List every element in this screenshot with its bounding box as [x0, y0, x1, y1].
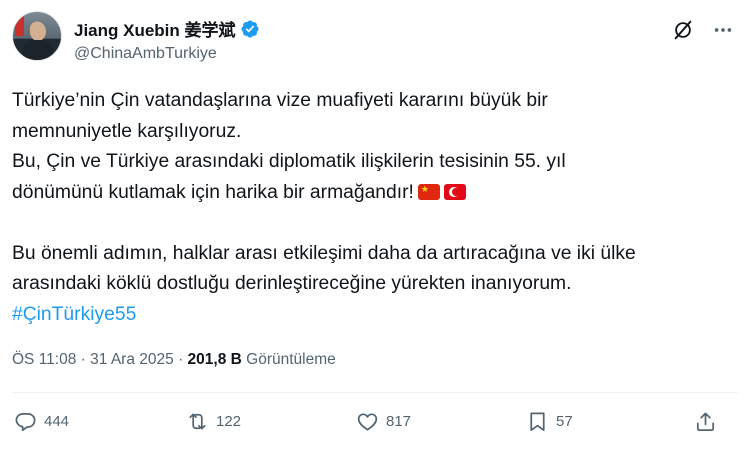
bookmark-button[interactable]: 57 — [526, 410, 573, 433]
like-count: 817 — [386, 413, 412, 430]
repost-icon — [189, 413, 206, 430]
more-options-icon[interactable] — [712, 19, 734, 41]
action-bar: 444 122 817 57 — [14, 410, 722, 440]
share-icon — [696, 412, 715, 431]
views-count: 201,8 B — [187, 351, 242, 368]
avatar[interactable] — [12, 11, 62, 61]
grok-icon[interactable] — [672, 19, 694, 41]
tweet-line: Bu, Çin ve Türkiye arasındaki diplomatik… — [12, 151, 566, 172]
divider — [12, 392, 738, 393]
paragraph-break — [12, 208, 732, 239]
avatar-face — [30, 22, 46, 41]
tweet-time[interactable]: ÖS 11:08 — [12, 351, 76, 368]
heart-icon — [357, 413, 378, 431]
share-button[interactable] — [694, 410, 717, 433]
tweet-line: arasındaki köklü dostluğu derinleştirece… — [12, 273, 572, 294]
tweet-line: Türkiye’nin Çin vatandaşlarına vize muaf… — [12, 90, 548, 111]
verified-badge-icon[interactable] — [240, 19, 260, 39]
reply-button[interactable]: 444 — [14, 410, 69, 433]
tweet-date[interactable]: 31 Ara 2025 — [90, 351, 174, 368]
repost-count: 122 — [216, 413, 242, 430]
turkey-flag-icon — [443, 183, 466, 200]
bookmark-count: 57 — [556, 413, 573, 430]
reply-count: 444 — [44, 413, 70, 430]
name-row: Jiang Xuebin 姜学斌 — [74, 16, 260, 41]
tweet-meta: ÖS 11:08 · 31 Ara 2025 · 201,8 B Görüntü… — [12, 351, 336, 369]
reply-icon — [15, 412, 36, 431]
avatar-suit — [23, 40, 53, 60]
hashtag-link[interactable]: #ÇinTürkiye55 — [12, 304, 136, 325]
meta-separator: · — [80, 351, 86, 368]
top-actions — [672, 19, 734, 41]
tweet-header: Jiang Xuebin 姜学斌 @ChinaAmbTurkiye — [12, 11, 734, 71]
repost-button[interactable]: 122 — [186, 410, 241, 433]
tweet-line: Bu önemli adımın, halklar arası etkileşi… — [12, 242, 636, 264]
meta-separator: · — [178, 351, 184, 368]
like-button[interactable]: 817 — [356, 410, 411, 433]
china-flag-icon — [417, 183, 440, 200]
avatar-flag-detail — [15, 16, 24, 36]
tweet-line: dönümünü kutlamak için harika bir armağa… — [12, 181, 414, 203]
display-name[interactable]: Jiang Xuebin 姜学斌 — [74, 16, 236, 41]
views-label: Görüntüleme — [246, 351, 336, 368]
tweet-line: memnuniyetle karşılıyoruz. — [12, 120, 242, 142]
tweet-text: Türkiye’nin Çin vatandaşlarına vize muaf… — [12, 86, 732, 330]
tweet-line-with-flags: dönümünü kutlamak için harika bir armağa… — [12, 178, 732, 209]
user-handle[interactable]: @ChinaAmbTurkiye — [74, 45, 217, 63]
bookmark-icon — [530, 412, 545, 431]
